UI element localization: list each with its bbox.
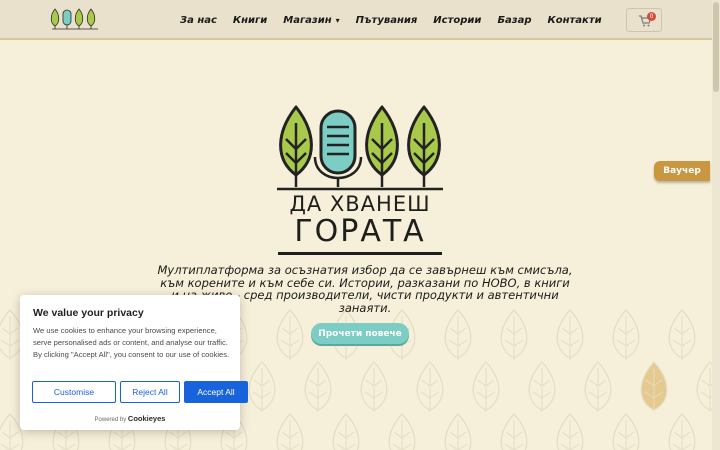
bg-leaf-vein bbox=[392, 420, 412, 450]
cart-button[interactable]: 0 bbox=[626, 8, 662, 32]
nav-contacts-label: Контакти bbox=[547, 14, 602, 26]
nav-shop[interactable]: Магазин ▾ bbox=[283, 15, 339, 26]
cookie-title: We value your privacy bbox=[33, 307, 144, 319]
voucher-button[interactable]: Ваучер bbox=[654, 161, 710, 181]
site-logo[interactable] bbox=[50, 7, 100, 33]
brand-divider bbox=[278, 252, 442, 255]
reject-all-button[interactable]: Reject All bbox=[120, 381, 180, 403]
cookieyes-logo[interactable]: Cookieyes bbox=[128, 414, 166, 423]
nav-books-label: Книги bbox=[232, 14, 268, 26]
site-header: За нас Книги Магазин ▾ Пътувания Истории Базар… bbox=[0, 0, 712, 40]
powered-by-prefix: Powered by bbox=[94, 417, 127, 423]
nav-about-label: За нас bbox=[180, 14, 217, 26]
cookie-description: We use cookies to enhance your browsing … bbox=[33, 326, 230, 360]
bg-leaf-vein bbox=[336, 420, 356, 450]
cart-count-badge: 0 bbox=[647, 12, 656, 21]
brand-title-line2: ГОРАТА bbox=[294, 214, 426, 249]
nav-bazaar-label: Базар bbox=[497, 14, 532, 26]
bg-leaf-vein bbox=[504, 420, 524, 450]
nav-about[interactable]: За нас bbox=[180, 15, 217, 26]
nav-contacts[interactable]: Контакти bbox=[548, 15, 602, 26]
bg-leaf-vein bbox=[616, 420, 636, 450]
main-nav: За нас Книги Магазин ▾ Пътувания Истории Базар… bbox=[180, 0, 602, 40]
scrollbar-thumb[interactable] bbox=[713, 2, 719, 92]
bg-leaf-vein bbox=[448, 420, 468, 450]
nav-stories-label: Истории bbox=[433, 14, 482, 26]
read-more-button[interactable]: Прочети повече bbox=[311, 323, 409, 344]
bg-leaf-vein bbox=[672, 420, 692, 450]
nav-stories[interactable]: Истории bbox=[433, 15, 481, 26]
nav-shop-label: Магазин bbox=[283, 14, 332, 26]
chevron-down-icon: ▾ bbox=[335, 15, 340, 25]
bg-leaf-vein bbox=[280, 420, 300, 450]
brand-title-line1: ДА ХВАНЕШ bbox=[289, 192, 431, 216]
nav-travels-label: Пътувания bbox=[355, 14, 418, 26]
nav-travels[interactable]: Пътувания bbox=[356, 15, 418, 26]
customise-button[interactable]: Customise bbox=[32, 381, 116, 403]
accept-all-button[interactable]: Accept All bbox=[184, 381, 248, 403]
nav-bazaar[interactable]: Базар bbox=[497, 15, 531, 26]
bg-leaf-vein bbox=[0, 420, 20, 450]
page-scrollbar[interactable] bbox=[712, 0, 720, 450]
powered-by: Powered by Cookieyes bbox=[20, 414, 240, 423]
bg-leaf-vein bbox=[560, 420, 580, 450]
nav-books[interactable]: Книги bbox=[233, 15, 267, 26]
cookie-consent-banner: We value your privacy We use cookies to … bbox=[20, 295, 248, 430]
